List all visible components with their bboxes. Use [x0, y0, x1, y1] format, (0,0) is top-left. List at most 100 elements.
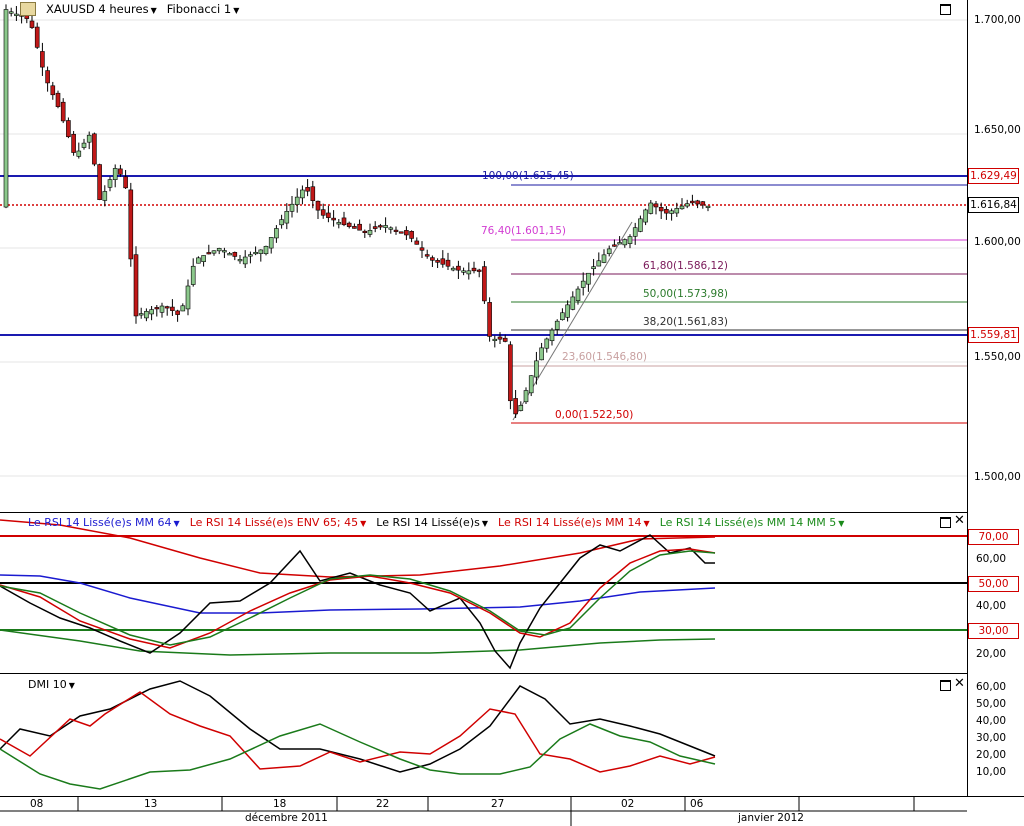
candle-body — [424, 254, 430, 257]
candle-body — [92, 133, 97, 165]
maximize-rsi-pane-icon[interactable] — [940, 517, 951, 528]
price-tick: 1.650,00 — [974, 124, 1021, 136]
rsi-legend-mm14[interactable]: Le RSI 14 Lissé(e)s MM 14 ▼ — [498, 516, 650, 529]
chart-type-icon[interactable] — [20, 2, 36, 16]
price-box-last: 1.616,84 — [968, 197, 1019, 213]
dmi-axis[interactable]: 60,00 50,00 40,00 30,00 20,00 10,00 — [968, 674, 1024, 796]
candle-body — [362, 230, 368, 234]
candle-body — [471, 267, 477, 272]
candle-body — [648, 202, 654, 214]
candle-body — [539, 347, 544, 361]
dmi-title-label: DMI 10 — [28, 678, 67, 691]
close-rsi-pane-icon[interactable]: ✕ — [954, 514, 965, 527]
candle-body — [627, 236, 633, 244]
candle-body — [76, 150, 82, 157]
rsi-legend-mm14mm5[interactable]: Le RSI 14 Lissé(e)s MM 14 MM 5 ▼ — [660, 516, 845, 529]
candle-body — [700, 201, 706, 206]
close-dmi-pane-icon[interactable]: ✕ — [954, 677, 965, 690]
price-tick: 1.550,00 — [974, 351, 1021, 363]
rsi-lines — [0, 519, 967, 670]
rsi-legend-mm64[interactable]: Le RSI 14 Lissé(e)s MM 64 ▼ — [28, 516, 180, 529]
rsi-legend-env[interactable]: Le RSI 14 Lissé(e)s ENV 65; 45 ▼ — [190, 516, 367, 529]
candle-body — [222, 250, 227, 253]
symbol-selector[interactable]: XAUUSD 4 heures ▼ — [46, 2, 157, 16]
candle-body — [14, 13, 19, 16]
chevron-down-icon: ▼ — [360, 519, 367, 528]
candle-body — [497, 336, 503, 340]
day-label: 22 — [376, 798, 390, 810]
candle-body — [383, 225, 388, 228]
candle-body — [466, 270, 472, 275]
candle-body — [393, 229, 399, 232]
candle-body — [638, 218, 643, 232]
price-tick: 1.700,00 — [974, 14, 1021, 26]
candle-body — [128, 189, 134, 260]
candle-body — [123, 176, 128, 189]
rsi-env-lower-line — [0, 629, 716, 656]
candle-body — [482, 266, 487, 302]
candle-body — [3, 9, 9, 208]
candle-body — [492, 338, 498, 342]
candle-body — [419, 247, 425, 251]
candle-body — [50, 85, 56, 96]
legend-label: Le RSI 14 Lissé(e)s MM 64 — [28, 516, 172, 529]
dmi-title[interactable]: DMI 10 ▼ — [28, 678, 75, 691]
study-selector[interactable]: Fibonacci 1 ▼ — [167, 2, 240, 16]
candle-body — [248, 254, 253, 257]
candle-body — [170, 306, 175, 311]
candle-body — [435, 260, 440, 263]
dmi-pane[interactable]: DMI 10 ▼ ✕ — [0, 674, 968, 796]
dmi-minus-line — [0, 723, 716, 790]
candle-body — [185, 285, 191, 310]
chevron-down-icon: ▼ — [150, 6, 157, 15]
candle-body — [632, 227, 638, 237]
candle-body — [430, 257, 435, 261]
maximize-dmi-pane-icon[interactable] — [940, 680, 951, 691]
rsi-legend-rsi[interactable]: Le RSI 14 Lissé(e)s ▼ — [376, 516, 488, 529]
candle-body — [310, 186, 316, 201]
candle-body — [643, 209, 648, 223]
rsi-pane[interactable]: ✕ — [0, 513, 968, 674]
candle-body — [40, 51, 45, 68]
candle-body — [326, 212, 331, 218]
candle-body — [357, 223, 362, 231]
candle-body — [414, 240, 420, 245]
candle-body — [34, 26, 40, 48]
fib-label-76: 76,40(1.601,15) — [481, 225, 567, 237]
candle-body — [164, 306, 170, 309]
legend-label: Le RSI 14 Lissé(e)s MM 14 — [498, 516, 642, 529]
rsi-chart — [0, 519, 967, 670]
dmi-tick: 40,00 — [976, 715, 1007, 727]
dmi-lines — [0, 680, 716, 790]
legend-label: Le RSI 14 Lissé(e)s MM 14 MM 5 — [659, 516, 837, 529]
candle-body — [502, 337, 508, 342]
candle-body — [102, 191, 108, 201]
fib-label-50: 50,00(1.573,98) — [643, 288, 729, 300]
price-grid — [0, 19, 967, 477]
candle-body — [404, 230, 409, 236]
candle-body — [591, 266, 596, 270]
candle-body — [669, 210, 674, 214]
time-axis[interactable]: 08 13 18 22 27 02 06 décembre 2011 janvi… — [0, 796, 1024, 826]
candle-body — [242, 256, 248, 265]
fib-label-61: 61,80(1.586,12) — [643, 260, 729, 272]
candle-body — [190, 265, 196, 285]
candle-body — [107, 179, 113, 188]
month-label: janvier 2012 — [738, 812, 804, 824]
rsi-line — [0, 534, 715, 670]
candle-body — [112, 168, 118, 180]
price-box-low-line: 1.559,81 — [968, 327, 1019, 343]
rsi-tick: 20,00 — [976, 648, 1007, 660]
maximize-price-pane-icon[interactable] — [940, 4, 951, 15]
candle-body — [86, 134, 92, 143]
candle-body — [398, 231, 404, 234]
candle-body — [45, 70, 50, 84]
price-axis[interactable]: 1.700,00 1.650,00 1.600,00 1.550,00 1.50… — [968, 0, 1024, 512]
candle-body — [554, 320, 560, 330]
candle-body — [206, 252, 212, 255]
candle-body — [596, 260, 602, 267]
day-label: 13 — [144, 798, 158, 810]
price-pane[interactable]: XAUUSD 4 heures ▼ Fibonacci 1 ▼ 100,00(1.6… — [0, 0, 968, 513]
candle-body — [154, 307, 160, 310]
dmi-plus-line — [0, 691, 716, 773]
